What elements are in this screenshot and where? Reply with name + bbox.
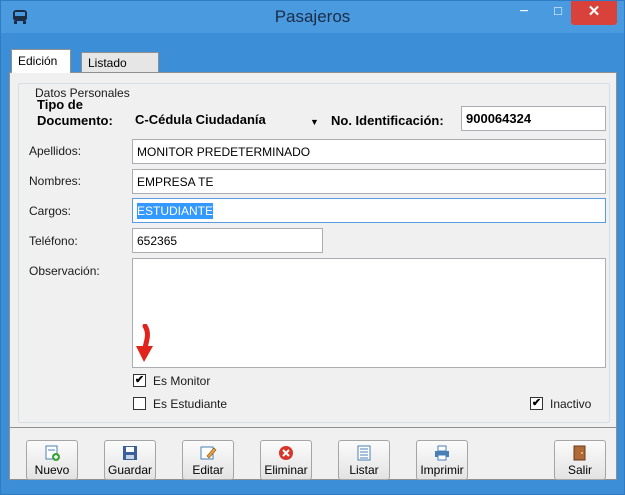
printer-icon (435, 445, 449, 461)
tipo-documento-label-line1: Tipo de (37, 97, 83, 112)
cargos-field[interactable]: ESTUDIANTE (132, 198, 606, 223)
cargos-label: Cargos: (29, 204, 72, 218)
edit-icon (200, 446, 217, 460)
imprimir-label: Imprimir (420, 463, 464, 477)
listar-button[interactable]: Listar (338, 440, 390, 480)
tab-strip: Edición Listado (9, 49, 617, 73)
save-icon (123, 446, 137, 460)
telefono-field[interactable]: 652365 (132, 228, 323, 253)
es-monitor-checkbox[interactable]: ✔ (133, 374, 146, 387)
client-area: Edición Listado Datos Personales Tipo de… (9, 33, 617, 488)
inactivo-label: Inactivo (550, 397, 592, 411)
tipo-documento-value: C-Cédula Ciudadanía (135, 112, 266, 127)
tab-listado[interactable]: Listado (81, 52, 159, 73)
tab-panel-edicion: Datos Personales Tipo de Documento: C-Cé… (9, 72, 617, 428)
nombres-field[interactable]: EMPRESA TE (132, 169, 606, 194)
apellidos-label: Apellidos: (29, 144, 82, 158)
red-arrow-icon (136, 324, 153, 362)
chevron-down-icon[interactable]: ▼ (310, 117, 319, 127)
exit-door-icon (573, 445, 586, 461)
imprimir-button[interactable]: Imprimir (416, 440, 468, 480)
editar-button[interactable]: Editar (182, 440, 234, 480)
salir-button[interactable]: Salir (554, 440, 606, 480)
cargos-selected-text: ESTUDIANTE (137, 203, 214, 219)
apellidos-field[interactable]: MONITOR PREDETERMINADO (132, 139, 606, 164)
tipo-documento-select[interactable]: C-Cédula Ciudadanía (135, 107, 295, 132)
nuevo-button[interactable]: Nuevo (26, 440, 78, 480)
telefono-label: Teléfono: (29, 234, 78, 248)
tab-edicion[interactable]: Edición (11, 49, 71, 73)
inactivo-checkbox[interactable]: ✔ (530, 397, 543, 410)
no-identificacion-field[interactable]: 900064324 (461, 106, 606, 131)
action-toolbar: Nuevo Guardar Editar Eliminar Listar Imp… (9, 428, 617, 480)
app-window: Pasajeros − □ ✕ Edición Listado Datos Pe… (0, 0, 625, 495)
nombres-label: Nombres: (29, 174, 82, 188)
maximize-button[interactable]: □ (543, 1, 573, 25)
observacion-memo[interactable] (132, 258, 606, 368)
editar-label: Editar (192, 463, 224, 477)
listar-label: Listar (349, 463, 379, 477)
salir-label: Salir (567, 463, 592, 477)
guardar-label: Guardar (107, 463, 153, 477)
es-estudiante-label: Es Estudiante (153, 397, 228, 411)
es-estudiante-checkbox[interactable] (133, 397, 146, 410)
title-bar[interactable]: Pasajeros − □ ✕ (1, 1, 624, 33)
no-identificacion-label: No. Identificación: (331, 113, 444, 128)
new-document-icon (45, 445, 60, 461)
es-monitor-label: Es Monitor (153, 374, 211, 388)
eliminar-label: Eliminar (264, 463, 308, 477)
eliminar-button[interactable]: Eliminar (260, 440, 312, 480)
nuevo-label: Nuevo (34, 463, 70, 477)
datos-personales-group: Datos Personales Tipo de Documento: C-Cé… (18, 83, 610, 423)
minimize-button[interactable]: − (509, 1, 539, 25)
tipo-documento-label-line2: Documento: (37, 113, 113, 128)
observacion-label: Observación: (29, 264, 100, 278)
close-button[interactable]: ✕ (571, 1, 617, 25)
delete-icon (279, 446, 293, 460)
list-icon (357, 445, 371, 461)
guardar-button[interactable]: Guardar (104, 440, 156, 480)
